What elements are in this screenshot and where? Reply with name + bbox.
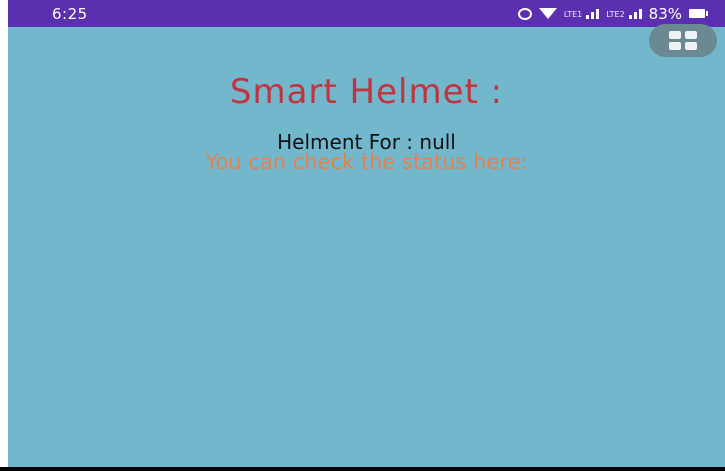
signal-icon: LTE2: [606, 8, 642, 19]
battery-icon: [689, 9, 708, 18]
status-bar: 6:25 LTE1 LTE2 83%: [8, 0, 725, 27]
status-time: 6:25: [52, 4, 88, 23]
battery-percent: 83%: [648, 4, 682, 23]
status-hint-text: You can check the status here:: [205, 150, 528, 174]
page-title: Smart Helmet :: [229, 72, 504, 112]
signal-label: LTE1: [563, 9, 583, 19]
grid-menu-icon: [669, 31, 697, 50]
status-icons: LTE1 LTE2 83%: [517, 4, 708, 23]
wifi-icon: [538, 8, 557, 19]
grid-menu-button[interactable]: [649, 24, 717, 57]
signal-label: LTE2: [606, 9, 625, 19]
alarm-icon: [517, 7, 532, 20]
app-screen: 6:25 LTE1 LTE2 83% Smart Helmet : Helmen…: [8, 0, 725, 471]
bottom-edge: [0, 467, 725, 471]
signal-icon: LTE1: [563, 8, 600, 19]
